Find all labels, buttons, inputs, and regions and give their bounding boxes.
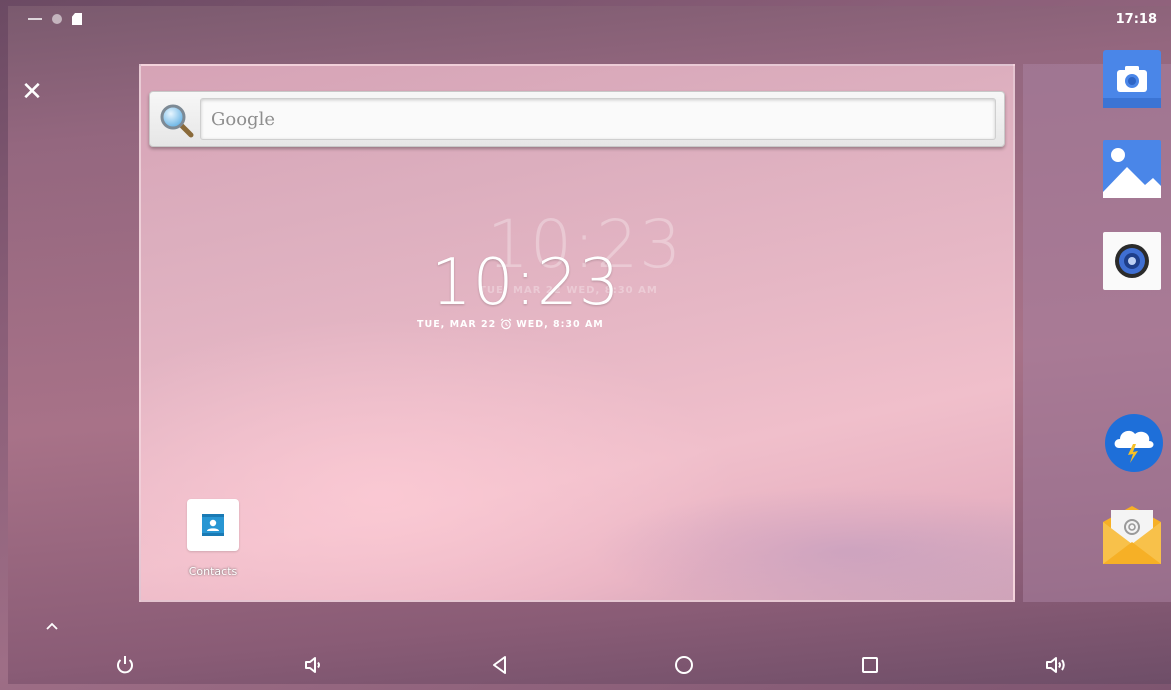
clock-time[interactable]: 10:23: [431, 246, 620, 320]
contacts-icon: [202, 514, 224, 536]
google-search-widget[interactable]: Google: [149, 91, 1005, 147]
status-time: 17:18: [1115, 12, 1157, 27]
speaker-icon: [1103, 232, 1161, 290]
email-app[interactable]: [1101, 502, 1163, 564]
weather-icon: [1105, 414, 1163, 472]
dash-icon: [28, 18, 42, 20]
camera-app[interactable]: [1101, 50, 1163, 112]
recents-button[interactable]: [857, 652, 883, 678]
gallery-icon: [1103, 140, 1161, 198]
clock-alarm: WED, 8:30 AM: [516, 318, 604, 330]
volume-up-button[interactable]: [1043, 652, 1069, 678]
camera-icon: [1103, 50, 1161, 108]
back-icon: [493, 656, 506, 674]
recents-icon: [862, 657, 878, 673]
home-icon: [675, 656, 693, 674]
close-icon[interactable]: ✕: [20, 79, 44, 105]
clock-date: TUE, MAR 22: [417, 318, 497, 330]
home-button[interactable]: [671, 652, 697, 678]
status-bar: 17:18: [8, 6, 1171, 34]
gallery-app[interactable]: [1101, 140, 1163, 202]
volume-down-button[interactable]: [300, 652, 326, 678]
power-icon: [117, 656, 133, 674]
email-icon: [1103, 506, 1161, 564]
search-icon: [160, 104, 194, 138]
weather-app[interactable]: [1101, 410, 1163, 472]
notification-icons: [28, 13, 82, 25]
expand-up-icon[interactable]: [44, 618, 60, 634]
volume-down-icon: [305, 657, 320, 673]
music-app[interactable]: [1101, 232, 1163, 294]
contacts-tile[interactable]: [187, 499, 239, 551]
home-screen-preview[interactable]: Google 10:23 TUE, MAR 22 WED, 8:30 AM 10…: [139, 64, 1015, 602]
power-button[interactable]: [112, 652, 138, 678]
sd-card-icon: [72, 13, 82, 25]
alarm-icon: [500, 318, 512, 330]
search-input[interactable]: Google: [200, 98, 996, 140]
back-button[interactable]: [487, 652, 513, 678]
dot-icon: [52, 14, 62, 24]
contacts-label: Contacts: [188, 565, 238, 578]
clock-date-row: TUE, MAR 22 WED, 8:30 AM: [417, 318, 604, 330]
contacts-app[interactable]: Contacts: [185, 499, 241, 578]
wallpaper-shade: [591, 486, 1013, 600]
volume-up-icon: [1046, 657, 1065, 673]
